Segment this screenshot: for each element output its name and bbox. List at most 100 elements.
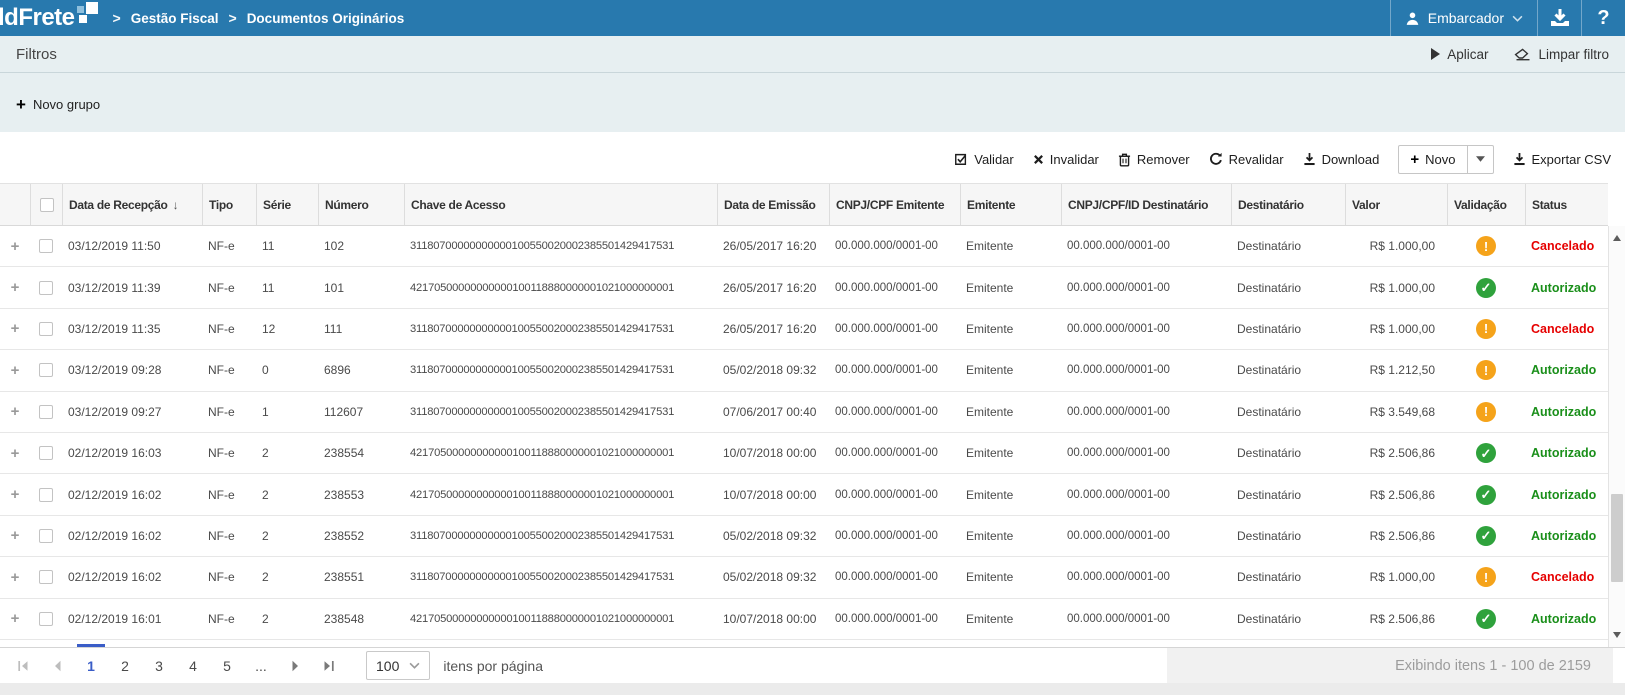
cell-checkbox: [30, 267, 62, 307]
header-emitente[interactable]: Emitente: [960, 184, 1061, 225]
cell-numero: 238553: [318, 474, 404, 514]
validation-icon: ✓: [1476, 278, 1496, 298]
row-checkbox[interactable]: [39, 570, 53, 584]
cell-cnpj-emitente: 00.000.000/0001-00: [829, 350, 960, 390]
table-row: + 03/12/2019 09:28 NF-e 0 6896 311807000…: [0, 350, 1608, 391]
user-menu[interactable]: Embarcador: [1390, 0, 1537, 36]
download-icon: [1303, 152, 1316, 166]
download-button[interactable]: Download: [1303, 152, 1380, 167]
cell-data-recepcao: 02/12/2019 16:02: [62, 557, 202, 597]
pager-last-button[interactable]: [312, 648, 346, 683]
row-checkbox[interactable]: [39, 488, 53, 502]
expand-row-icon[interactable]: +: [11, 363, 20, 378]
user-icon: [1405, 11, 1420, 26]
expand-row-icon[interactable]: +: [11, 570, 20, 585]
filters-actions: Aplicar Limpar filtro: [1430, 47, 1609, 62]
header-numero[interactable]: Número: [318, 184, 404, 225]
cell-cnpj-emitente: 00.000.000/0001-00: [829, 474, 960, 514]
cell-validacao: !: [1447, 350, 1525, 390]
cell-emitente: Emitente: [960, 516, 1061, 556]
help-icon: ?: [1597, 7, 1609, 30]
breadcrumb-documentos-originarios[interactable]: Documentos Originários: [247, 11, 405, 26]
row-checkbox[interactable]: [39, 612, 53, 626]
header-status[interactable]: Status: [1525, 184, 1608, 225]
export-csv-button[interactable]: Exportar CSV: [1513, 152, 1611, 167]
new-group-button[interactable]: + Novo grupo: [16, 96, 100, 113]
export-csv-label: Exportar CSV: [1532, 152, 1611, 167]
header-chave-acesso[interactable]: Chave de Acesso: [404, 184, 717, 225]
cell-cnpj-destinatario: 00.000.000/0001-00: [1061, 433, 1231, 473]
pager-prev-button[interactable]: [40, 648, 74, 683]
cell-data-emissao: 26/05/2017 16:20: [717, 226, 829, 266]
cell-checkbox: [30, 599, 62, 639]
pager-page-1[interactable]: 1: [74, 648, 108, 683]
cell-checkbox: [30, 226, 62, 266]
top-navbar: ldFrete > Gestão Fiscal > Documentos Ori…: [0, 0, 1625, 36]
pager-page-5[interactable]: 5: [210, 648, 244, 683]
header-select-all[interactable]: [30, 184, 62, 225]
vertical-scrollbar[interactable]: [1608, 226, 1625, 647]
remove-button[interactable]: Remover: [1118, 152, 1190, 167]
pager-ellipsis[interactable]: ...: [244, 648, 278, 683]
help-button[interactable]: ?: [1581, 0, 1625, 36]
expand-row-icon[interactable]: +: [11, 611, 20, 626]
table-row: + 02/12/2019 16:02 NF-e 2 238553 4217050…: [0, 474, 1608, 515]
row-checkbox[interactable]: [39, 363, 53, 377]
new-dropdown-toggle[interactable]: [1468, 146, 1493, 173]
header-validacao[interactable]: Validação: [1447, 184, 1525, 225]
header-data-emissao[interactable]: Data de Emissão: [717, 184, 829, 225]
scroll-up-icon[interactable]: [1609, 230, 1625, 246]
cell-numero: 238554: [318, 433, 404, 473]
row-checkbox[interactable]: [39, 446, 53, 460]
app-logo[interactable]: ldFrete: [0, 1, 99, 35]
cell-data-emissao: 05/02/2018 09:32: [717, 350, 829, 390]
invalidate-button[interactable]: Invalidar: [1033, 152, 1099, 167]
cell-chave-acesso: 4217050000000000010011888000000102100000…: [404, 599, 717, 639]
cell-cnpj-destinatario: 00.000.000/0001-00: [1061, 226, 1231, 266]
expand-row-icon[interactable]: +: [11, 446, 20, 461]
cell-data-emissao: 10/07/2018 00:00: [717, 433, 829, 473]
pager-page-3[interactable]: 3: [142, 648, 176, 683]
header-serie[interactable]: Série: [256, 184, 318, 225]
invalidate-label: Invalidar: [1050, 152, 1099, 167]
page-size-value: 100: [376, 658, 399, 674]
select-all-checkbox[interactable]: [40, 198, 54, 212]
chevron-down-icon: [1512, 15, 1523, 22]
row-checkbox[interactable]: [39, 239, 53, 253]
header-destinatario[interactable]: Destinatário: [1231, 184, 1345, 225]
clear-filters-button[interactable]: Limpar filtro: [1514, 47, 1609, 62]
expand-row-icon[interactable]: +: [11, 487, 20, 502]
cell-serie: 11: [256, 267, 318, 307]
revalidate-button[interactable]: Revalidar: [1209, 152, 1284, 167]
row-checkbox[interactable]: [39, 529, 53, 543]
apply-filters-button[interactable]: Aplicar: [1430, 47, 1488, 62]
pager-next-button[interactable]: [278, 648, 312, 683]
header-cnpj-emitente[interactable]: CNPJ/CPF Emitente: [829, 184, 960, 225]
pager-first-button[interactable]: [6, 648, 40, 683]
header-data-recepcao[interactable]: Data de Recepção↓: [62, 184, 202, 225]
header-tipo[interactable]: Tipo: [202, 184, 256, 225]
page-size-select[interactable]: 100: [366, 651, 430, 680]
expand-row-icon[interactable]: +: [11, 404, 20, 419]
scrollbar-thumb[interactable]: [1611, 494, 1623, 582]
new-button[interactable]: + Novo: [1399, 146, 1467, 173]
row-checkbox[interactable]: [39, 405, 53, 419]
expand-row-icon[interactable]: +: [11, 280, 20, 295]
expand-row-icon[interactable]: +: [11, 321, 20, 336]
download-nav-button[interactable]: [1537, 0, 1581, 36]
validation-icon: ✓: [1476, 443, 1496, 463]
scroll-down-icon[interactable]: [1609, 627, 1625, 643]
validate-button[interactable]: Validar: [954, 152, 1014, 167]
pager-page-2[interactable]: 2: [108, 648, 142, 683]
cell-status: Autorizado: [1525, 599, 1608, 639]
pager-page-4[interactable]: 4: [176, 648, 210, 683]
cell-chave-acesso: 4217050000000000010011888000000102100000…: [404, 433, 717, 473]
expand-row-icon[interactable]: +: [11, 528, 20, 543]
expand-row-icon[interactable]: +: [11, 239, 20, 254]
header-cnpj-destinatario[interactable]: CNPJ/CPF/ID Destinatário: [1061, 184, 1231, 225]
row-checkbox[interactable]: [39, 281, 53, 295]
row-checkbox[interactable]: [39, 322, 53, 336]
breadcrumb-gestao-fiscal[interactable]: Gestão Fiscal: [131, 11, 219, 26]
cell-chave-acesso: 3118070000000000010055002000238550142941…: [404, 392, 717, 432]
header-valor[interactable]: Valor: [1345, 184, 1447, 225]
